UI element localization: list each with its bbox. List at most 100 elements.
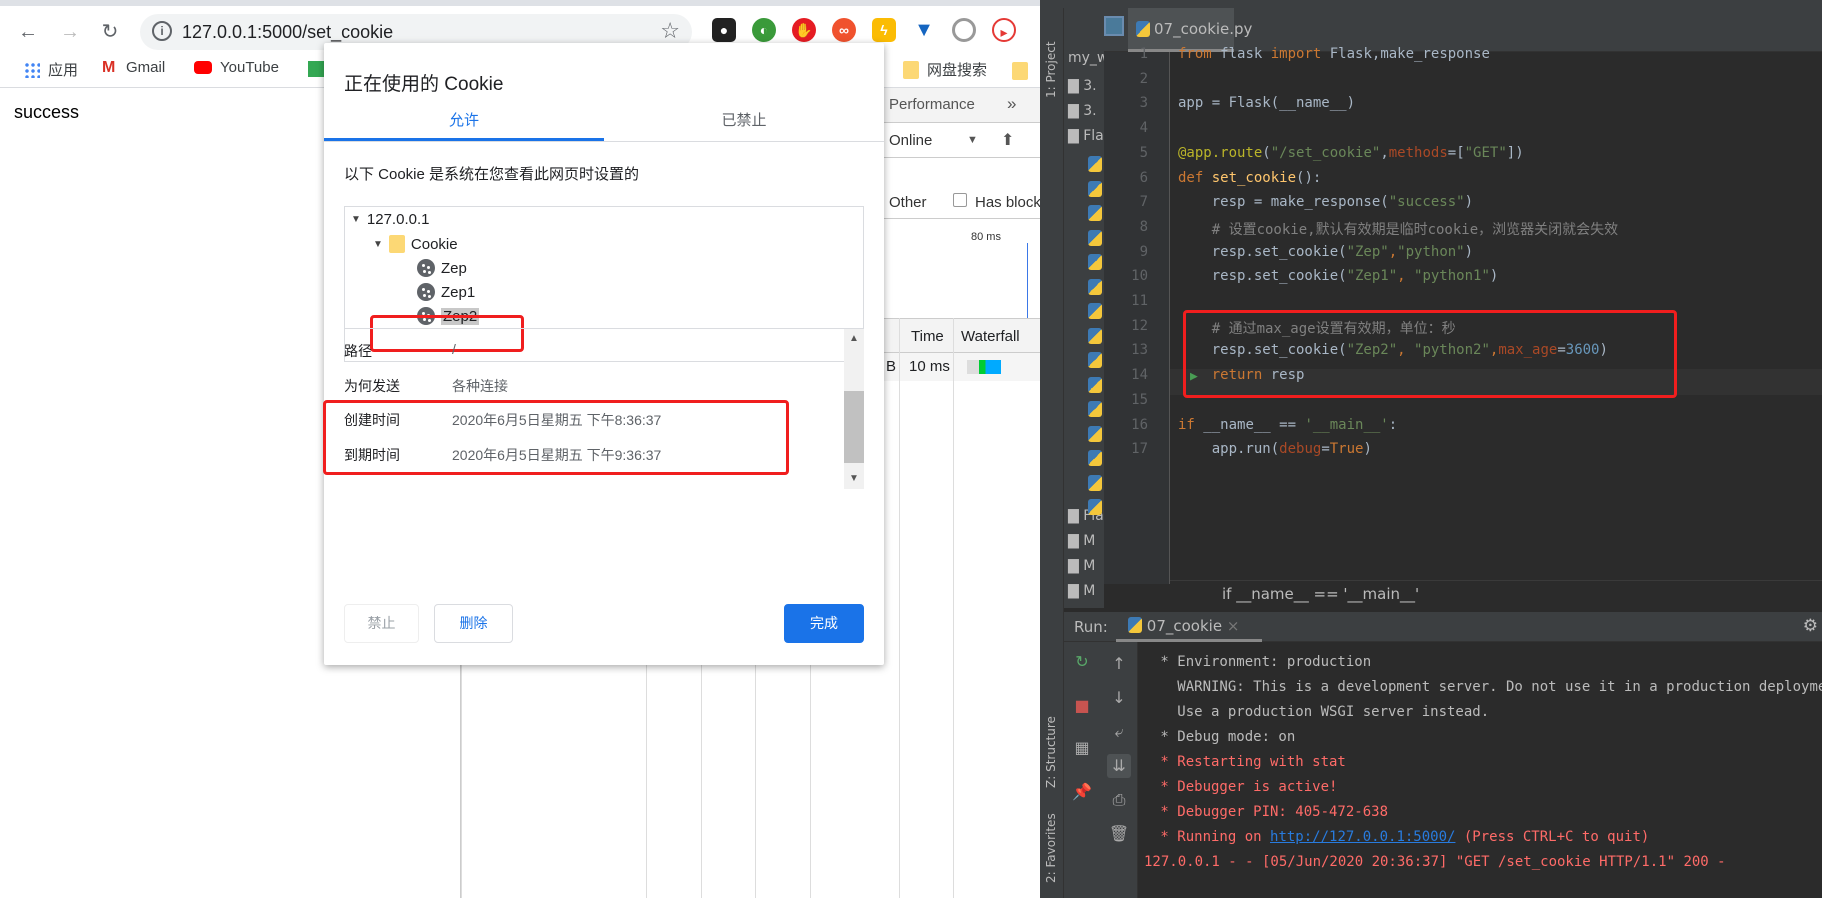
trash-icon[interactable]: 🗑 <box>1107 822 1131 846</box>
structure-view-icon[interactable] <box>1104 16 1124 36</box>
python-file-icon[interactable] <box>1088 254 1102 270</box>
python-file-icon[interactable] <box>1088 205 1102 221</box>
extension-icon[interactable]: ◐ <box>752 18 776 42</box>
bookmark-folder[interactable]: 网盘搜索 <box>903 59 987 80</box>
project-folder[interactable]: ▇ Fla <box>1068 128 1104 144</box>
code-token: ) <box>1599 342 1608 359</box>
code-token: (): <box>1296 169 1322 186</box>
dropdown-arrow-icon[interactable]: ▼ <box>967 134 978 146</box>
bookmark-apps[interactable]: 应用 <box>24 59 78 80</box>
python-file-icon[interactable] <box>1088 229 1102 246</box>
has-blocked-checkbox[interactable] <box>953 193 967 207</box>
bookmark-star-icon[interactable]: ☆ <box>660 18 680 44</box>
column-time[interactable]: Time <box>911 328 944 345</box>
bookmark-label: Gmail <box>126 59 166 76</box>
bookmark-youtube[interactable]: YouTube <box>194 59 279 76</box>
extension-icon[interactable]: ▸ <box>992 18 1016 42</box>
code-token: "/set_cookie" <box>1270 144 1381 161</box>
soft-wrap-icon[interactable]: ⤶ <box>1107 720 1131 744</box>
site-info-icon[interactable]: i <box>152 21 172 41</box>
project-root[interactable]: my_w <box>1068 50 1104 66</box>
extension-icon[interactable]: ∞ <box>832 18 856 42</box>
close-icon[interactable]: × <box>1227 617 1240 635</box>
python-file-icon[interactable] <box>1088 425 1102 442</box>
line-number: 5 <box>1139 144 1148 161</box>
project-folder[interactable]: ▇ M <box>1068 583 1095 599</box>
url-text[interactable]: 127.0.0.1:5000/set_cookie <box>182 22 393 43</box>
block-button[interactable]: 禁止 <box>344 604 419 643</box>
tab-blocked[interactable]: 已禁止 <box>604 101 884 141</box>
project-folder[interactable]: ▇ 3. <box>1068 103 1097 119</box>
favorites-tool-button[interactable]: 2: Favorites <box>1044 813 1058 883</box>
apps-grid-icon <box>24 61 40 78</box>
python-file-icon[interactable] <box>1088 376 1102 393</box>
reload-button[interactable]: ↻ <box>96 18 124 46</box>
extension-icon[interactable]: ϟ <box>872 18 896 42</box>
python-file-icon[interactable] <box>1088 278 1102 295</box>
column-waterfall[interactable]: Waterfall <box>961 328 1020 345</box>
expand-triangle-icon[interactable]: ▼ <box>373 239 383 250</box>
expand-triangle-icon[interactable]: ▼ <box>351 214 361 225</box>
python-file-icon[interactable] <box>1088 303 1102 319</box>
bookmark-gmail[interactable]: M Gmail <box>102 59 165 76</box>
python-file-icon[interactable] <box>1088 450 1102 466</box>
project-folder[interactable]: ▇ M <box>1068 533 1095 549</box>
throttling-select[interactable]: Online <box>889 132 932 149</box>
extension-icon[interactable] <box>952 18 976 42</box>
scroll-up-icon[interactable]: ▲ <box>844 333 864 344</box>
settings-gear-icon[interactable]: ⚙ <box>1803 616 1818 636</box>
structure-tool-button[interactable]: Z: Structure <box>1044 716 1058 788</box>
tree-cookie[interactable]: Zep <box>417 259 467 277</box>
python-file-icon[interactable] <box>1088 474 1102 491</box>
python-file-icon[interactable] <box>1088 327 1102 344</box>
folder-label: Cookie <box>410 235 458 253</box>
python-file-icon[interactable] <box>1088 352 1102 368</box>
done-button[interactable]: 完成 <box>784 604 864 643</box>
extension-icon[interactable]: ▼ <box>912 18 936 42</box>
console-link[interactable]: http://127.0.0.1:5000/ <box>1270 829 1455 845</box>
scroll-down-icon[interactable]: ▼ <box>844 473 864 484</box>
adblock-icon[interactable]: ✋ <box>792 18 816 42</box>
rerun-icon[interactable]: ↻ <box>1070 650 1094 674</box>
scroll-down-icon[interactable]: ↓ <box>1107 686 1131 710</box>
import-har-icon[interactable]: ⬆ <box>1001 130 1014 150</box>
tab-performance[interactable]: Performance <box>889 96 975 113</box>
more-tabs-button[interactable]: » <box>1007 94 1016 114</box>
back-button[interactable]: ← <box>14 18 42 46</box>
stop-icon[interactable]: ■ <box>1070 694 1094 718</box>
overview-tick: 80 ms <box>971 231 1001 243</box>
scrollbar-thumb[interactable] <box>844 391 864 463</box>
browser-window: ← → ↻ i 127.0.0.1:5000/set_cookie ☆ ● ◐ … <box>0 0 1049 898</box>
filter-other[interactable]: Other <box>889 194 927 211</box>
project-tool-button[interactable]: 1: Project <box>1044 41 1058 98</box>
code-line: def set_cookie(): <box>1178 170 1321 186</box>
scroll-up-icon[interactable]: ↑ <box>1107 652 1131 676</box>
python-file-icon[interactable] <box>1088 180 1102 197</box>
forward-button[interactable]: → <box>56 18 84 46</box>
folder-icon <box>388 235 405 253</box>
python-file-icon[interactable] <box>1088 499 1102 515</box>
python-file-icon[interactable] <box>1088 156 1102 172</box>
maps-icon[interactable] <box>308 61 324 77</box>
project-folder[interactable]: ▇ 3. <box>1068 78 1097 94</box>
code-token: methods <box>1388 144 1448 161</box>
details-scrollbar[interactable]: ▲ ▼ <box>844 329 864 489</box>
project-folder[interactable]: ▇ M <box>1068 558 1095 574</box>
tree-host[interactable]: ▼ 127.0.0.1 <box>351 211 429 228</box>
folder-icon[interactable] <box>1012 62 1028 80</box>
scroll-to-end-icon[interactable]: ⇊ <box>1107 754 1131 778</box>
tab-allowed[interactable]: 允许 <box>324 101 604 141</box>
tree-folder[interactable]: ▼ Cookie <box>373 235 458 253</box>
layout-icon[interactable]: ▦ <box>1070 736 1094 760</box>
delete-button[interactable]: 删除 <box>434 604 513 643</box>
code-token: : <box>1388 416 1398 433</box>
pin-icon[interactable]: 📌 <box>1070 780 1094 804</box>
run-tab[interactable]: 07_cookie × <box>1116 612 1262 642</box>
console-text: * Debugger PIN: 405-472-638 <box>1152 804 1389 820</box>
python-file-icon[interactable] <box>1088 401 1102 417</box>
print-icon[interactable]: ⎙ <box>1107 788 1131 812</box>
breadcrumb[interactable]: if __name__ == '__main__' <box>1170 580 1822 612</box>
tree-cookie[interactable]: Zep1 <box>417 283 475 301</box>
code-token: True <box>1329 441 1364 458</box>
extension-icon[interactable]: ● <box>712 18 736 42</box>
